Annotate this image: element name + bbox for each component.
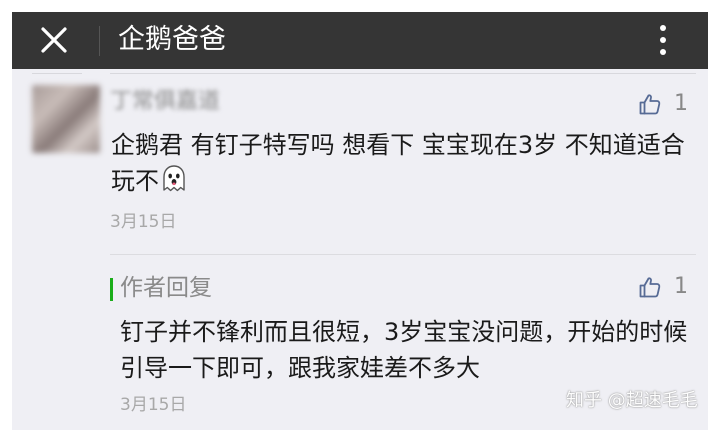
close-button[interactable] <box>36 22 72 58</box>
reply-date: 3月15日 <box>120 395 187 415</box>
comment-body: 企鹅君 有钉子特写吗 想看下 宝宝现在3岁 不知道适合玩不 <box>111 131 685 195</box>
title-bar: 企鹅爸爸 <box>12 12 708 69</box>
divider <box>32 73 82 74</box>
comment-username: 丁常俱嘉道 <box>110 89 221 114</box>
reply-accent-bar <box>110 278 113 301</box>
more-button[interactable] <box>648 19 678 61</box>
ghost-emoji-icon <box>159 164 189 194</box>
divider <box>110 254 696 255</box>
like-count: 1 <box>674 91 688 116</box>
like-count: 1 <box>674 274 688 299</box>
thumbs-up-icon <box>638 92 662 116</box>
comments-page: 企鹅爸爸 丁常俱嘉道 1 企鹅君 有钉子特写吗 想看下 宝宝现在3岁 不知道适合… <box>12 12 708 430</box>
divider <box>110 73 696 74</box>
page-title: 企鹅爸爸 <box>118 24 226 55</box>
title-divider <box>99 26 100 56</box>
avatar[interactable] <box>32 85 100 153</box>
thumbs-up-icon <box>638 275 662 299</box>
watermark: 知乎 @超速毛毛 <box>566 390 698 411</box>
reply-text: 钉子并不锋利而且很短，3岁宝宝没问题，开始的时候引导一下即可，跟我家娃差不多大 <box>120 318 688 382</box>
comment-text: 企鹅君 有钉子特写吗 想看下 宝宝现在3岁 不知道适合玩不 <box>111 127 691 199</box>
close-icon <box>36 22 72 58</box>
reply-label: 作者回复 <box>120 275 212 301</box>
comment-date: 3月15日 <box>110 212 177 232</box>
